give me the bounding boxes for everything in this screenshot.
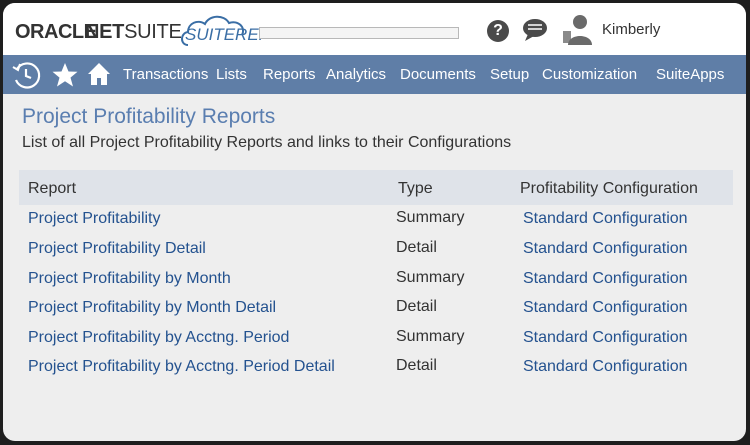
- column-header-configuration: Profitability Configuration: [520, 180, 698, 197]
- chat-icon[interactable]: [521, 17, 549, 43]
- report-type: Summary: [396, 209, 465, 226]
- app-window: ORACLE NETSUITE SUITEREP ? Kimberly Tran…: [3, 3, 746, 441]
- nav-lists[interactable]: Lists: [216, 66, 247, 83]
- user-avatar-icon[interactable]: [563, 13, 593, 45]
- netsuite-logo-bold: NET: [85, 21, 125, 43]
- global-search-input[interactable]: [259, 27, 459, 39]
- home-icon[interactable]: [87, 62, 111, 86]
- nav-transactions[interactable]: Transactions: [123, 66, 208, 83]
- suiterep-label: SUITEREP: [185, 25, 271, 44]
- report-link[interactable]: Project Profitability: [28, 210, 161, 228]
- nav-setup[interactable]: Setup: [490, 66, 529, 83]
- nav-customization[interactable]: Customization: [542, 66, 637, 83]
- configuration-link[interactable]: Standard Configuration: [523, 329, 688, 347]
- netsuite-logo-rest: SUITE: [124, 21, 182, 43]
- report-link[interactable]: Project Profitability by Acctng. Period …: [28, 358, 335, 376]
- configuration-link[interactable]: Standard Configuration: [523, 240, 688, 258]
- table-row: Project Profitability by Month Detail De…: [3, 298, 746, 327]
- recent-clock-icon[interactable]: [11, 60, 41, 90]
- help-icon[interactable]: ?: [487, 20, 509, 42]
- nav-documents[interactable]: Documents: [400, 66, 476, 83]
- table-row: Project Profitability Summary Standard C…: [3, 209, 746, 238]
- column-header-report: Report: [28, 180, 77, 197]
- configuration-link[interactable]: Standard Configuration: [523, 270, 688, 288]
- report-link[interactable]: Project Profitability Detail: [28, 240, 206, 258]
- report-type: Detail: [396, 298, 437, 315]
- report-type: Summary: [396, 269, 465, 286]
- report-link[interactable]: Project Profitability by Month Detail: [28, 299, 276, 317]
- report-link[interactable]: Project Profitability by Month: [28, 270, 231, 288]
- netsuite-logo[interactable]: NETSUITE: [85, 21, 182, 44]
- report-type: Detail: [396, 357, 437, 374]
- table-row: Project Profitability by Acctng. Period …: [3, 328, 746, 357]
- page-title: Project Profitability Reports: [22, 105, 276, 128]
- table-row: Project Profitability Detail Detail Stan…: [3, 239, 746, 268]
- table-header-row: Report Type Profitability Configuration: [19, 170, 733, 205]
- configuration-link[interactable]: Standard Configuration: [523, 299, 688, 317]
- report-type: Summary: [396, 328, 465, 345]
- report-type: Detail: [396, 239, 437, 256]
- page-subtitle: List of all Project Profitability Report…: [22, 134, 512, 151]
- column-header-type: Type: [398, 180, 433, 197]
- star-icon[interactable]: [52, 62, 78, 88]
- main-nav-bar: Transactions Lists Reports Analytics Doc…: [3, 55, 746, 94]
- nav-reports[interactable]: Reports: [263, 66, 316, 83]
- report-link[interactable]: Project Profitability by Acctng. Period: [28, 329, 289, 347]
- configuration-link[interactable]: Standard Configuration: [523, 358, 688, 376]
- top-header: ORACLE NETSUITE SUITEREP ? Kimberly: [3, 3, 746, 55]
- nav-analytics[interactable]: Analytics: [326, 66, 386, 83]
- configuration-link[interactable]: Standard Configuration: [523, 210, 688, 228]
- table-row: Project Profitability by Acctng. Period …: [3, 357, 746, 386]
- user-name[interactable]: Kimberly: [602, 21, 660, 38]
- nav-suiteapps[interactable]: SuiteApps: [656, 66, 724, 83]
- table-row: Project Profitability by Month Summary S…: [3, 269, 746, 298]
